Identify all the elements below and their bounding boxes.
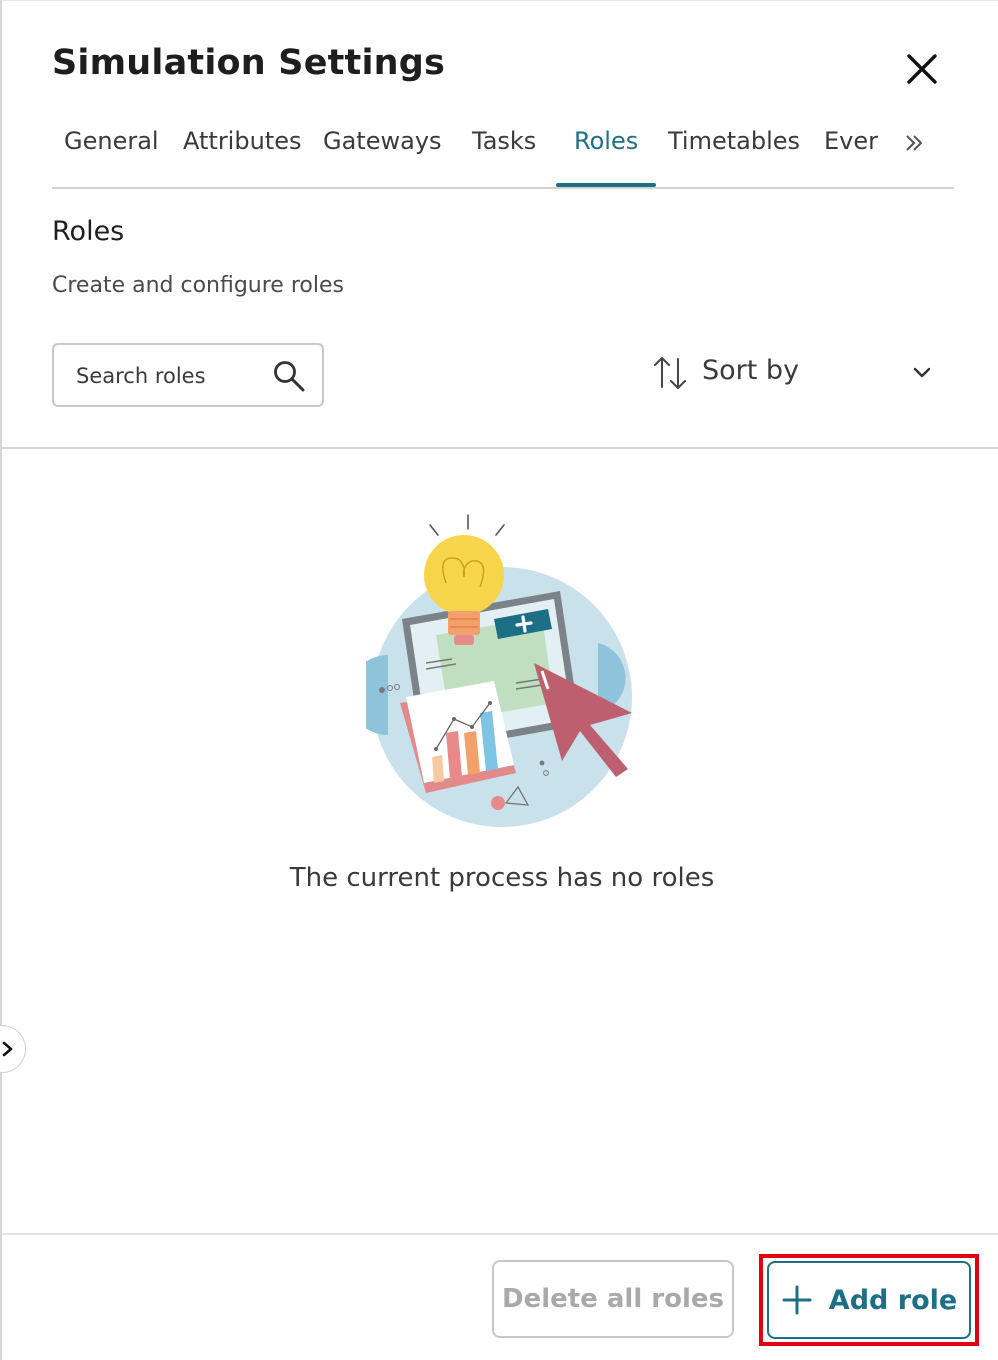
dialog-title: Simulation Settings	[52, 43, 446, 83]
search-roles-box	[52, 343, 324, 407]
close-icon	[907, 54, 937, 84]
chevron-right-icon	[2, 1041, 13, 1057]
settings-tabs: General Attributes Gateways Tasks Roles …	[52, 113, 954, 189]
header-divider	[2, 447, 998, 449]
active-tab-indicator	[556, 183, 656, 187]
section-title: Roles	[52, 216, 125, 247]
delete-all-roles-button[interactable]: Delete all roles	[492, 1260, 734, 1338]
search-icon[interactable]	[272, 359, 306, 393]
tab-events[interactable]: Ever	[824, 127, 878, 155]
panel-expand-toggle[interactable]	[0, 1025, 26, 1073]
search-input[interactable]	[76, 358, 256, 394]
plus-icon	[782, 1285, 812, 1315]
tab-roles[interactable]: Roles	[574, 127, 638, 155]
close-button[interactable]	[900, 47, 944, 91]
sort-icon	[654, 357, 686, 389]
add-role-label: Add role	[828, 1284, 958, 1316]
chevron-double-right-icon	[906, 135, 923, 151]
add-role-button[interactable]: Add role	[767, 1261, 971, 1339]
tab-timetables[interactable]: Timetables	[668, 127, 800, 155]
tab-gateways[interactable]: Gateways	[323, 127, 442, 155]
sort-by-dropdown[interactable]: Sort by	[650, 347, 940, 397]
simulation-settings-panel: Simulation Settings General Attributes G…	[0, 0, 998, 1360]
footer-divider	[2, 1233, 998, 1235]
empty-state-message: The current process has no roles	[289, 863, 715, 893]
section-subtitle: Create and configure roles	[52, 273, 344, 298]
tab-general[interactable]: General	[64, 127, 159, 155]
tab-attributes[interactable]: Attributes	[183, 127, 301, 155]
tabs-scroll-right-button[interactable]	[900, 129, 928, 157]
chevron-down-icon	[913, 367, 931, 378]
empty-state-illustration	[366, 514, 632, 827]
tab-tasks[interactable]: Tasks	[472, 127, 536, 155]
sort-by-label: Sort by	[702, 355, 800, 386]
